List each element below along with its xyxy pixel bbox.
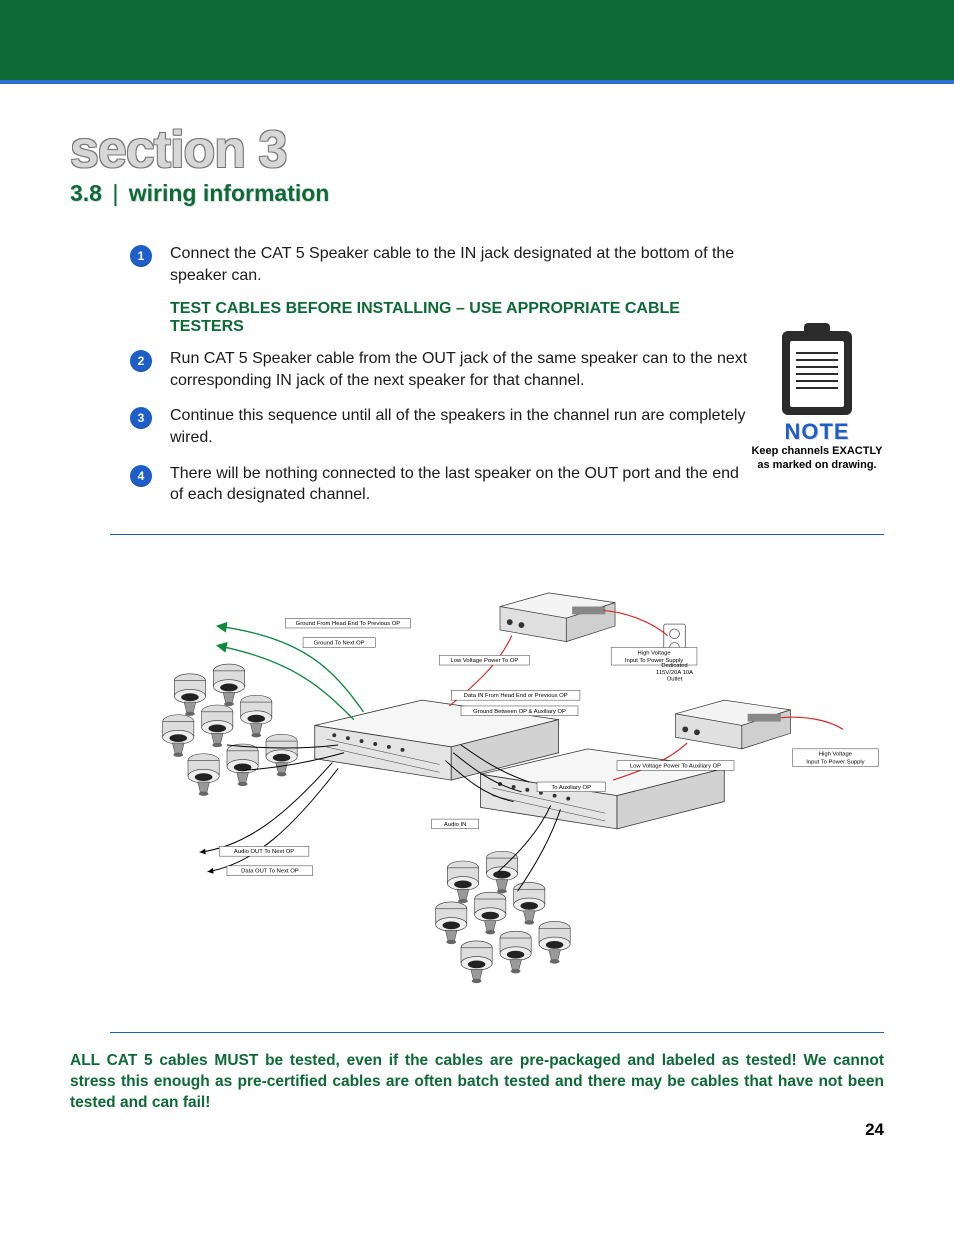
- svg-text:115V/20A 10A: 115V/20A 10A: [656, 670, 693, 676]
- step-text: Run CAT 5 Speaker cable from the OUT jac…: [170, 348, 750, 391]
- lbl-to-aux: To Auxiliary OP: [551, 785, 591, 791]
- svg-text:Dedicated: Dedicated: [661, 663, 687, 669]
- step-row: 3 Continue this sequence until all of th…: [130, 405, 750, 448]
- warning-text: ALL CAT 5 cables MUST be tested, even if…: [70, 1051, 884, 1114]
- subsection-number: 3.8: [70, 180, 102, 206]
- step-row: 2 Run CAT 5 Speaker cable from the OUT j…: [130, 348, 750, 391]
- svg-text:Input To Power Supply: Input To Power Supply: [806, 759, 864, 765]
- lbl-ground-next: Ground To Next OP: [314, 640, 365, 646]
- step-text: Connect the CAT 5 Speaker cable to the I…: [170, 243, 750, 286]
- lbl-ground-between: Ground Between OP & Auxiliary OP: [473, 709, 566, 715]
- step-bullet: 3: [130, 407, 152, 429]
- section-title: section 3: [70, 124, 884, 176]
- lbl-audio-out: Audio OUT To Next OP: [234, 849, 294, 855]
- test-callout: TEST CABLES BEFORE INSTALLING – USE APPR…: [170, 300, 750, 336]
- lbl-ground-head: Ground From Head End To Previous OP: [296, 621, 401, 627]
- note-title: NOTE: [750, 419, 884, 445]
- lbl-data-in: Data IN From Head End or Previous OP: [464, 693, 568, 699]
- step-bullet: 1: [130, 245, 152, 267]
- lbl-audio-in: Audio IN: [444, 822, 466, 828]
- page-number: 24: [70, 1120, 884, 1140]
- lbl-lv-op: Low Voltage Power To OP: [451, 658, 519, 664]
- divider: [110, 1032, 884, 1033]
- wiring-diagram: Ground From Head End To Previous OP Grou…: [110, 553, 884, 1018]
- step-bullet: 2: [130, 350, 152, 372]
- step-text: There will be nothing connected to the l…: [170, 463, 750, 506]
- note-text: Keep channels EXACTLY as marked on drawi…: [750, 445, 884, 473]
- step-row: 4 There will be nothing connected to the…: [130, 463, 750, 506]
- clipboard-icon: [782, 331, 852, 415]
- note-block: NOTE Keep channels EXACTLY as marked on …: [750, 233, 884, 473]
- svg-text:High Voltage: High Voltage: [819, 751, 852, 757]
- subsection-pipe: |: [112, 180, 118, 206]
- step-text: Continue this sequence until all of the …: [170, 405, 750, 448]
- lbl-lv-aux: Low Voltage Power To Auxiliary OP: [630, 763, 721, 769]
- lbl-data-out: Data OUT To Next OP: [241, 868, 299, 874]
- subsection-heading: 3.8 | wiring information: [70, 180, 884, 207]
- svg-text:Outlet: Outlet: [667, 676, 683, 682]
- step-bullet: 4: [130, 465, 152, 487]
- header-band: [0, 0, 954, 80]
- divider: [110, 534, 884, 535]
- subsection-text: wiring information: [129, 180, 330, 206]
- step-row: 1 Connect the CAT 5 Speaker cable to the…: [130, 243, 750, 286]
- svg-text:High Voltage: High Voltage: [637, 650, 670, 656]
